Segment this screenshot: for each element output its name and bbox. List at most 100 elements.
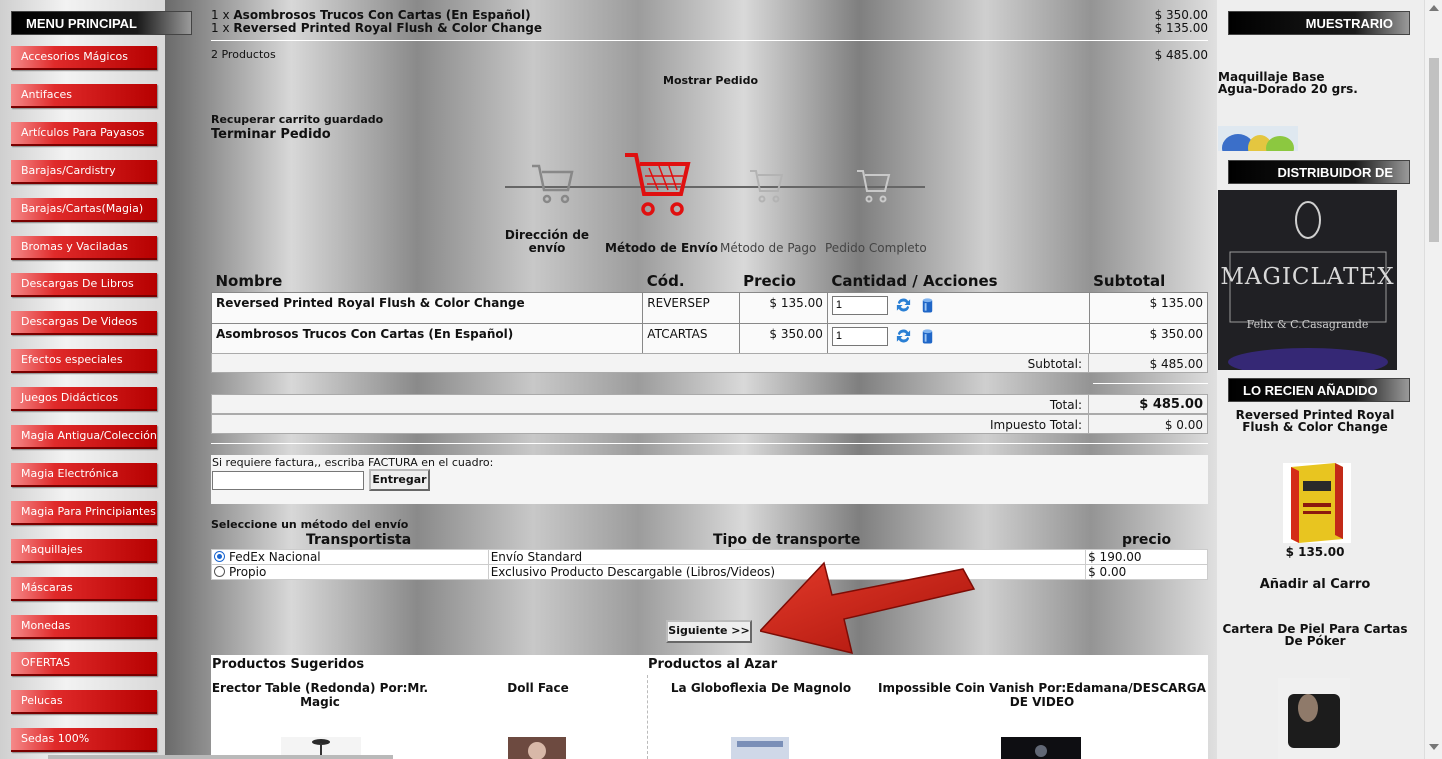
cart-item-actions (826, 291, 1090, 324)
cart-item-price: $ 350.00 (738, 322, 828, 355)
menu-item[interactable]: Barajas/Cartas(Magia) (11, 197, 157, 222)
menu-item[interactable]: Efectos especiales (11, 349, 157, 374)
divider (1093, 383, 1208, 384)
menu-item[interactable]: Magia Antigua/Colección (11, 425, 157, 449)
menu-item[interactable]: Magia Electrónica (11, 462, 157, 487)
cart-item-name[interactable]: Reversed Printed Royal Flush & Color Cha… (210, 291, 644, 324)
menu-item[interactable]: OFERTAS (11, 652, 157, 677)
recent-item-image[interactable] (1283, 463, 1351, 543)
deliver-button[interactable]: Entregar (369, 469, 430, 491)
delete-icon[interactable] (919, 327, 936, 345)
vertical-scrollbar[interactable] (1424, 0, 1442, 759)
showcase-item-link[interactable]: Maquillaje Base Agua-Dorado 20 grs. (1218, 71, 1358, 95)
cart-summary-item-name[interactable]: Asombrosos Trucos Con Cartas (En Español… (233, 8, 530, 22)
shipping-carrier[interactable]: Propio (211, 564, 489, 580)
menu-item[interactable]: Pelucas (11, 690, 157, 715)
recent-item-price: $ 135.00 (1285, 545, 1345, 559)
product-image[interactable] (1001, 737, 1081, 759)
cart-subtotal-row: Subtotal: $ 485.00 (211, 353, 1208, 373)
cart-row: Asombrosos Trucos Con Cartas (En Español… (210, 322, 1209, 355)
update-icon[interactable] (895, 296, 912, 314)
update-icon[interactable] (895, 327, 912, 345)
scroll-up-icon[interactable] (1429, 5, 1439, 11)
cart-summary-line: 1 x Reversed Printed Royal Flush & Color… (211, 21, 542, 35)
add-to-cart-link[interactable]: Añadir al Carro (1217, 577, 1413, 592)
menu-item[interactable]: Máscaras (11, 576, 157, 601)
cart-table: Nombre Cód. Precio Cantidad / Acciones S… (210, 270, 1209, 355)
menu-item[interactable]: Juegos Didácticos (11, 387, 157, 412)
total-label: Total: (1049, 398, 1082, 412)
products-panel: Productos Sugeridos Productos al Azar Er… (211, 655, 1208, 759)
distributor-logo[interactable]: MAGICLATEX Felix & C.Casagrande (1218, 190, 1397, 370)
delete-icon[interactable] (919, 296, 936, 314)
menu-item[interactable]: Maquillajes (11, 538, 157, 563)
distributor-title: DISTRIBUIDOR DE (1228, 160, 1410, 184)
total-value: $ 485.00 (1139, 397, 1203, 412)
menu-item[interactable]: Descargas De Libros (11, 273, 157, 298)
menu-item[interactable]: Accesorios Mágicos (11, 46, 157, 70)
step-label-complete: Pedido Completo (825, 241, 927, 255)
invoice-panel: Si requiere factura,, escriba FACTURA en… (211, 455, 1208, 504)
menu-item[interactable]: Artículos Para Payasos (11, 121, 157, 146)
suggested-product-link[interactable]: Erector Table (Redonda) Por:Mr. Magic (211, 681, 429, 709)
distributor-logo-text: MAGICLATEX (1220, 264, 1395, 290)
menu-item[interactable]: Magia Para Principiantes (11, 500, 157, 525)
recent-item-link[interactable]: Reversed Printed Royal Flush & Color Cha… (1217, 409, 1413, 433)
col-header-qty: Cantidad / Acciones (831, 271, 998, 290)
shipping-option[interactable]: FedEx Nacional Envío Standard $ 190.00 (211, 549, 1208, 565)
random-product-link[interactable]: Impossible Coin Vanish Por:Edamana/DESCA… (877, 681, 1207, 709)
menu-item[interactable]: Antifaces (11, 83, 157, 108)
shipping-header-price: precio (1122, 532, 1172, 548)
cart-summary-total: $ 485.00 (1154, 48, 1208, 62)
right-sidebar: MUESTRARIO Maquillaje Base Agua-Dorado 2… (1217, 0, 1424, 759)
next-item-image[interactable] (1278, 678, 1350, 759)
col-header-code: Cód. (646, 271, 685, 290)
cart-item-subtotal: $ 350.00 (1088, 322, 1209, 355)
menu-item[interactable]: Descargas De Videos (11, 311, 157, 336)
shipping-carrier[interactable]: FedEx Nacional (211, 549, 489, 565)
subtotal-label: Subtotal: (1027, 357, 1082, 371)
scroll-down-icon[interactable] (1429, 744, 1439, 750)
shipping-option[interactable]: Propio Exclusivo Producto Descargable (L… (211, 564, 1208, 580)
radio-selected-icon[interactable] (214, 551, 225, 562)
cart-summary-price: $ 350.00 (1154, 8, 1208, 22)
divider (211, 40, 1208, 41)
cart-step-icon-active (625, 153, 691, 216)
quantity-input[interactable] (831, 326, 888, 346)
shipping-header-type: Tipo de transporte (713, 532, 861, 548)
cart-item-actions (826, 322, 1090, 355)
next-item-link[interactable]: Cartera De Piel Para Cartas De Póker (1217, 623, 1413, 647)
menu-item[interactable]: Sedas 100% (11, 728, 157, 753)
menu-item[interactable]: Barajas/Cardistry (11, 159, 157, 184)
invoice-prompt: Si requiere factura,, escriba FACTURA en… (212, 456, 494, 469)
next-button[interactable]: Siguiente >> (666, 620, 752, 643)
shipping-title: Seleccione un método del envío (211, 518, 409, 531)
cart-summary-item-name[interactable]: Reversed Printed Royal Flush & Color Cha… (233, 21, 542, 35)
horizontal-scroll-thumb[interactable] (48, 755, 393, 759)
recover-cart-link[interactable]: Recuperar carrito guardado (211, 113, 383, 126)
radio-unselected-icon[interactable] (214, 566, 225, 577)
divider (211, 443, 1208, 444)
divider (647, 675, 648, 759)
cart-item-subtotal: $ 135.00 (1088, 291, 1209, 324)
menu-item[interactable]: Bromas y Vaciladas (11, 235, 157, 260)
product-image[interactable] (731, 737, 789, 759)
random-title: Productos al Azar (648, 657, 778, 672)
suggested-product-link[interactable]: Doll Face (433, 681, 643, 695)
invoice-input[interactable] (212, 471, 364, 490)
distributor-logo-sub: Felix & C.Casagrande (1246, 318, 1369, 331)
cart-product-count: 2 Productos (211, 48, 276, 61)
cart-item-name[interactable]: Asombrosos Trucos Con Cartas (En Español… (210, 322, 644, 355)
scroll-thumb[interactable] (1429, 58, 1439, 242)
product-image[interactable] (508, 737, 566, 759)
col-header-price: Precio (743, 271, 796, 290)
main-content: 1 x Asombrosos Trucos Con Cartas (En Esp… (165, 0, 1217, 759)
quantity-input[interactable] (831, 295, 888, 315)
cart-item-code: REVERSEP (642, 291, 740, 324)
shipping-header-carrier: Transportista (306, 532, 412, 548)
menu-item[interactable]: Monedas (11, 614, 157, 639)
random-product-link[interactable]: La Globoflexia De Magnolo (661, 681, 861, 695)
subtotal-value: $ 485.00 (1149, 357, 1203, 371)
show-order-link[interactable]: Mostrar Pedido (663, 74, 758, 87)
showcase-image[interactable] (1218, 126, 1298, 151)
